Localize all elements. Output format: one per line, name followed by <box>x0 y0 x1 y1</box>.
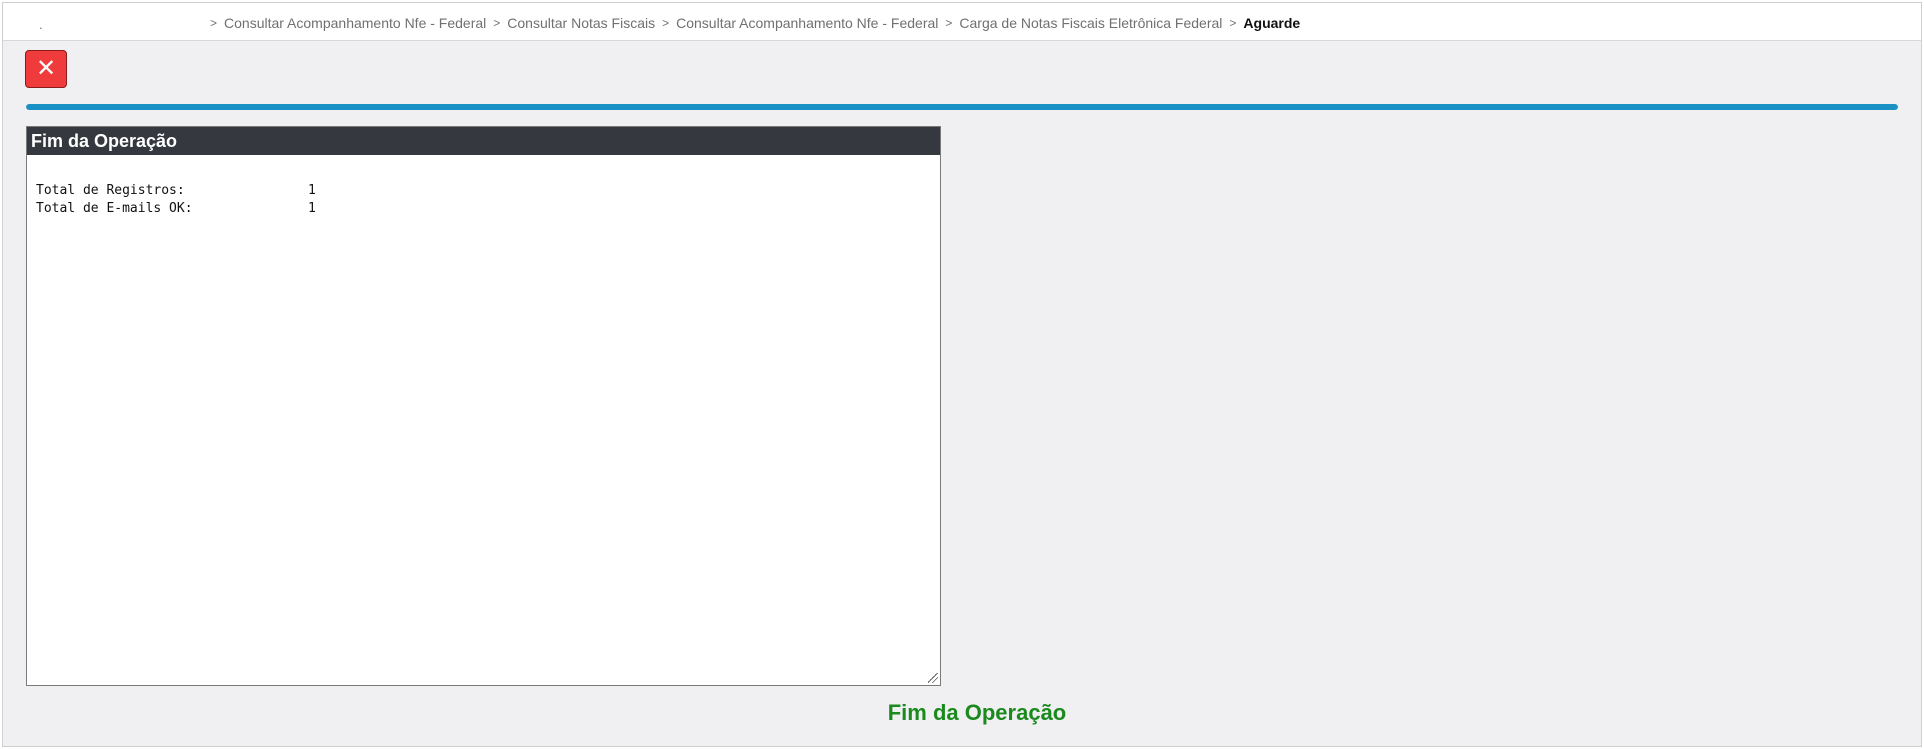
breadcrumb: > Consultar Acompanhamento Nfe - Federal… <box>203 15 1300 31</box>
resize-handle[interactable] <box>928 673 938 683</box>
breadcrumb-separator: > <box>493 16 501 30</box>
log-line: Total de E-mails OK: 1 <box>36 200 940 218</box>
log-line: Total de Registros: 1 <box>36 182 940 200</box>
breadcrumb-separator: > <box>662 16 670 30</box>
home-link[interactable]: . <box>39 17 43 32</box>
operation-panel: Fim da Operação Total de Registros: 1 To… <box>26 126 941 686</box>
breadcrumb-item-consultar-acompanhamento[interactable]: Consultar Acompanhamento Nfe - Federal <box>224 15 486 31</box>
log-value: 1 <box>308 183 316 198</box>
log-label: Total de Registros: <box>36 183 185 198</box>
breadcrumb-bar: . > Consultar Acompanhamento Nfe - Feder… <box>3 3 1921 41</box>
breadcrumb-item-carga-notas[interactable]: Carga de Notas Fiscais Eletrônica Federa… <box>959 15 1222 31</box>
breadcrumb-separator: > <box>210 16 218 30</box>
progress-bar-fill <box>26 104 1898 110</box>
breadcrumb-item-consultar-notas[interactable]: Consultar Notas Fiscais <box>507 15 655 31</box>
app-window: . > Consultar Acompanhamento Nfe - Feder… <box>2 2 1922 747</box>
progress-bar <box>26 104 1898 110</box>
log-textarea[interactable]: Total de Registros: 1 Total de E-mails O… <box>27 155 940 685</box>
status-message: Fim da Operação <box>887 700 1067 725</box>
close-icon: ✕ <box>35 54 57 82</box>
panel-title: Fim da Operação <box>27 127 940 155</box>
breadcrumb-current: Aguarde <box>1243 15 1301 31</box>
log-value: 1 <box>308 201 316 216</box>
breadcrumb-separator: > <box>945 16 953 30</box>
close-button[interactable]: ✕ <box>25 50 67 88</box>
breadcrumb-separator: > <box>1229 16 1237 30</box>
log-content: Total de Registros: 1 Total de E-mails O… <box>27 155 940 218</box>
breadcrumb-item-consultar-acompanhamento-2[interactable]: Consultar Acompanhamento Nfe - Federal <box>676 15 938 31</box>
log-label: Total de E-mails OK: <box>36 201 193 216</box>
